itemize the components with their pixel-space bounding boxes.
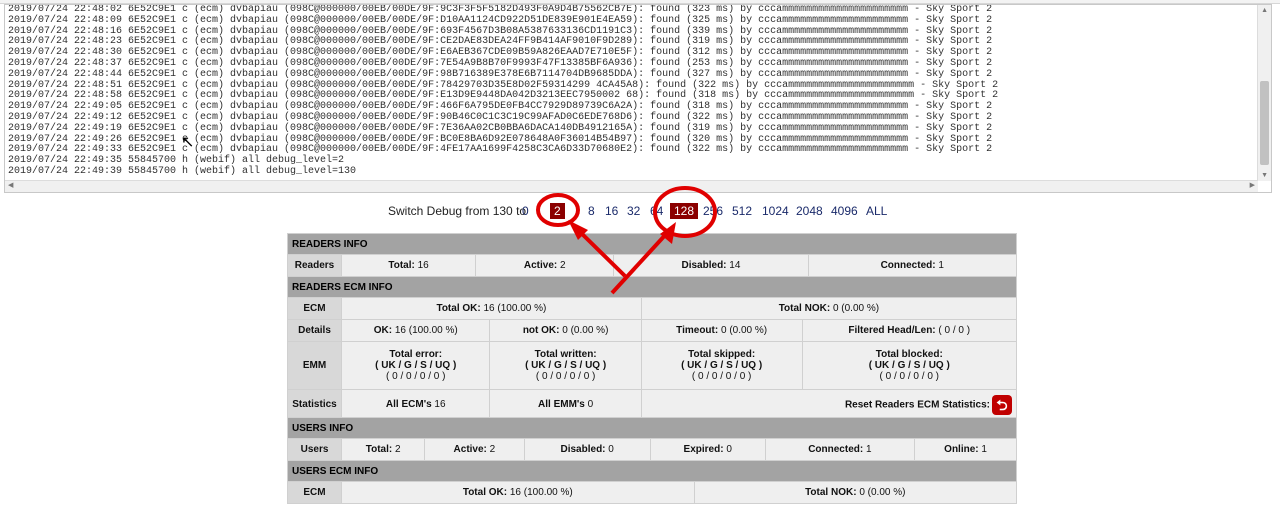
emm-total-written: Total written:( UK / G / S / UQ )( 0 / 0… [489, 341, 642, 390]
scroll-up-icon[interactable]: ▲ [1261, 7, 1268, 14]
section-title: USERS ECM INFO [287, 460, 1017, 482]
readers-info-table: READERS INFO Readers Total: 16 Active: 2… [287, 233, 1018, 277]
users-info-table: USERS INFO Users Total: 2 Active: 2 Disa… [287, 417, 1017, 461]
users-expired: Expired: 0 [649, 438, 766, 461]
horizontal-scrollbar[interactable]: ◀ ▶ [5, 180, 1258, 192]
debug-option-all[interactable]: ALL [866, 204, 887, 218]
row-label: Users [287, 438, 342, 461]
users-active: Active: 2 [424, 438, 525, 461]
row-label: ECM [287, 481, 342, 504]
scroll-left-icon[interactable]: ◀ [8, 181, 13, 189]
section-title: READERS ECM INFO [287, 276, 1017, 298]
debug-option-32[interactable]: 32 [627, 204, 640, 218]
log-line: 2019/07/24 22:49:39 55845700 h (webif) a… [8, 165, 357, 177]
scroll-right-icon[interactable]: ▶ [1250, 181, 1255, 189]
readers-disabled: Disabled: 14 [613, 254, 809, 277]
scroll-thumb[interactable] [1260, 81, 1269, 165]
row-label: Statistics [287, 389, 342, 420]
emm-total-skipped: Total skipped:( UK / G / S / UQ )( 0 / 0… [640, 341, 803, 390]
debug-option-8[interactable]: 8 [588, 204, 595, 218]
reset-stats-cell: Reset Readers ECM Statistics: ⮌ [640, 389, 1018, 420]
debug-option-128[interactable]: 128 [670, 203, 699, 219]
log-line: 2019/07/24 22:48:09 6E52C9E1 c (ecm) dvb… [8, 14, 993, 26]
reset-icon[interactable]: ⮌ [992, 394, 1012, 415]
details-not-ok: not OK: 0 (0.00 %) [489, 319, 642, 342]
vertical-scrollbar[interactable]: ▲ ▼ [1257, 5, 1271, 181]
details-timeout: Timeout: 0 (0.00 %) [640, 319, 803, 342]
debug-option-2[interactable]: 2 [550, 203, 565, 219]
log-line: 2019/07/24 22:48:44 6E52C9E1 c (ecm) dvb… [8, 68, 993, 80]
details-ok: OK: 16 (100.00 %) [340, 319, 491, 342]
row-label: Readers [287, 254, 342, 277]
log-text: 2019/07/24 22:48:02 6E52C9E1 c (ecm) dvb… [8, 5, 1258, 183]
debug-option-4096[interactable]: 4096 [831, 204, 858, 218]
users-ecm-total-nok: Total NOK: 0 (0.00 %) [693, 481, 1018, 504]
emm-total-blocked: Total blocked:( UK / G / S / UQ )( 0 / 0… [801, 341, 1018, 390]
debug-option-64[interactable]: 64 [650, 204, 663, 218]
debug-switch-label: Switch Debug from 130 to [388, 204, 527, 218]
mouse-cursor-icon: ↖ [181, 134, 195, 151]
details-filtered: Filtered Head/Len: ( 0 / 0 ) [801, 319, 1018, 342]
debug-option-0[interactable]: 0 [522, 204, 529, 218]
users-ecm-table: USERS ECM INFO ECM Total OK: 16 (100.00 … [287, 460, 1018, 504]
users-total: Total: 2 [340, 438, 426, 461]
scroll-down-icon[interactable]: ▼ [1261, 172, 1268, 179]
users-disabled: Disabled: 0 [523, 438, 651, 461]
readers-total: Total: 16 [340, 254, 477, 277]
emm-total-error: Total error:( UK / G / S / UQ )( 0 / 0 /… [340, 341, 491, 390]
stats-all-ecm: All ECM's 16 [340, 389, 491, 420]
log-viewer[interactable]: 2019/07/24 22:48:02 6E52C9E1 c (ecm) dvb… [4, 4, 1272, 193]
reset-stats-label: Reset Readers ECM Statistics: [844, 399, 990, 411]
readers-ecm-table: READERS ECM INFO ECM Total OK: 16 (100.0… [287, 276, 1018, 420]
users-online: Online: 1 [914, 438, 1017, 461]
debug-option-1024[interactable]: 1024 [762, 204, 789, 218]
section-title: USERS INFO [287, 417, 1017, 439]
ecm-total-ok: Total OK: 16 (100.00 %) [341, 297, 642, 320]
section-title: READERS INFO [287, 233, 1017, 255]
readers-active: Active: 2 [475, 254, 615, 277]
users-ecm-total-ok: Total OK: 16 (100.00 %) [341, 481, 695, 504]
debug-option-16[interactable]: 16 [605, 204, 618, 218]
row-label: EMM [287, 341, 342, 390]
debug-option-2048[interactable]: 2048 [796, 204, 823, 218]
row-label: Details [287, 319, 342, 342]
readers-connected: Connected: 1 [807, 254, 1018, 277]
log-line: 2019/07/24 22:49:19 6E52C9E1 c (ecm) dvb… [8, 122, 993, 134]
debug-option-256[interactable]: 256 [703, 204, 723, 218]
debug-option-512[interactable]: 512 [732, 204, 752, 218]
stats-all-emm: All EMM's 0 [489, 389, 642, 420]
users-connected: Connected: 1 [764, 438, 916, 461]
ecm-total-nok: Total NOK: 0 (0.00 %) [640, 297, 1018, 320]
row-label: ECM [287, 297, 342, 320]
